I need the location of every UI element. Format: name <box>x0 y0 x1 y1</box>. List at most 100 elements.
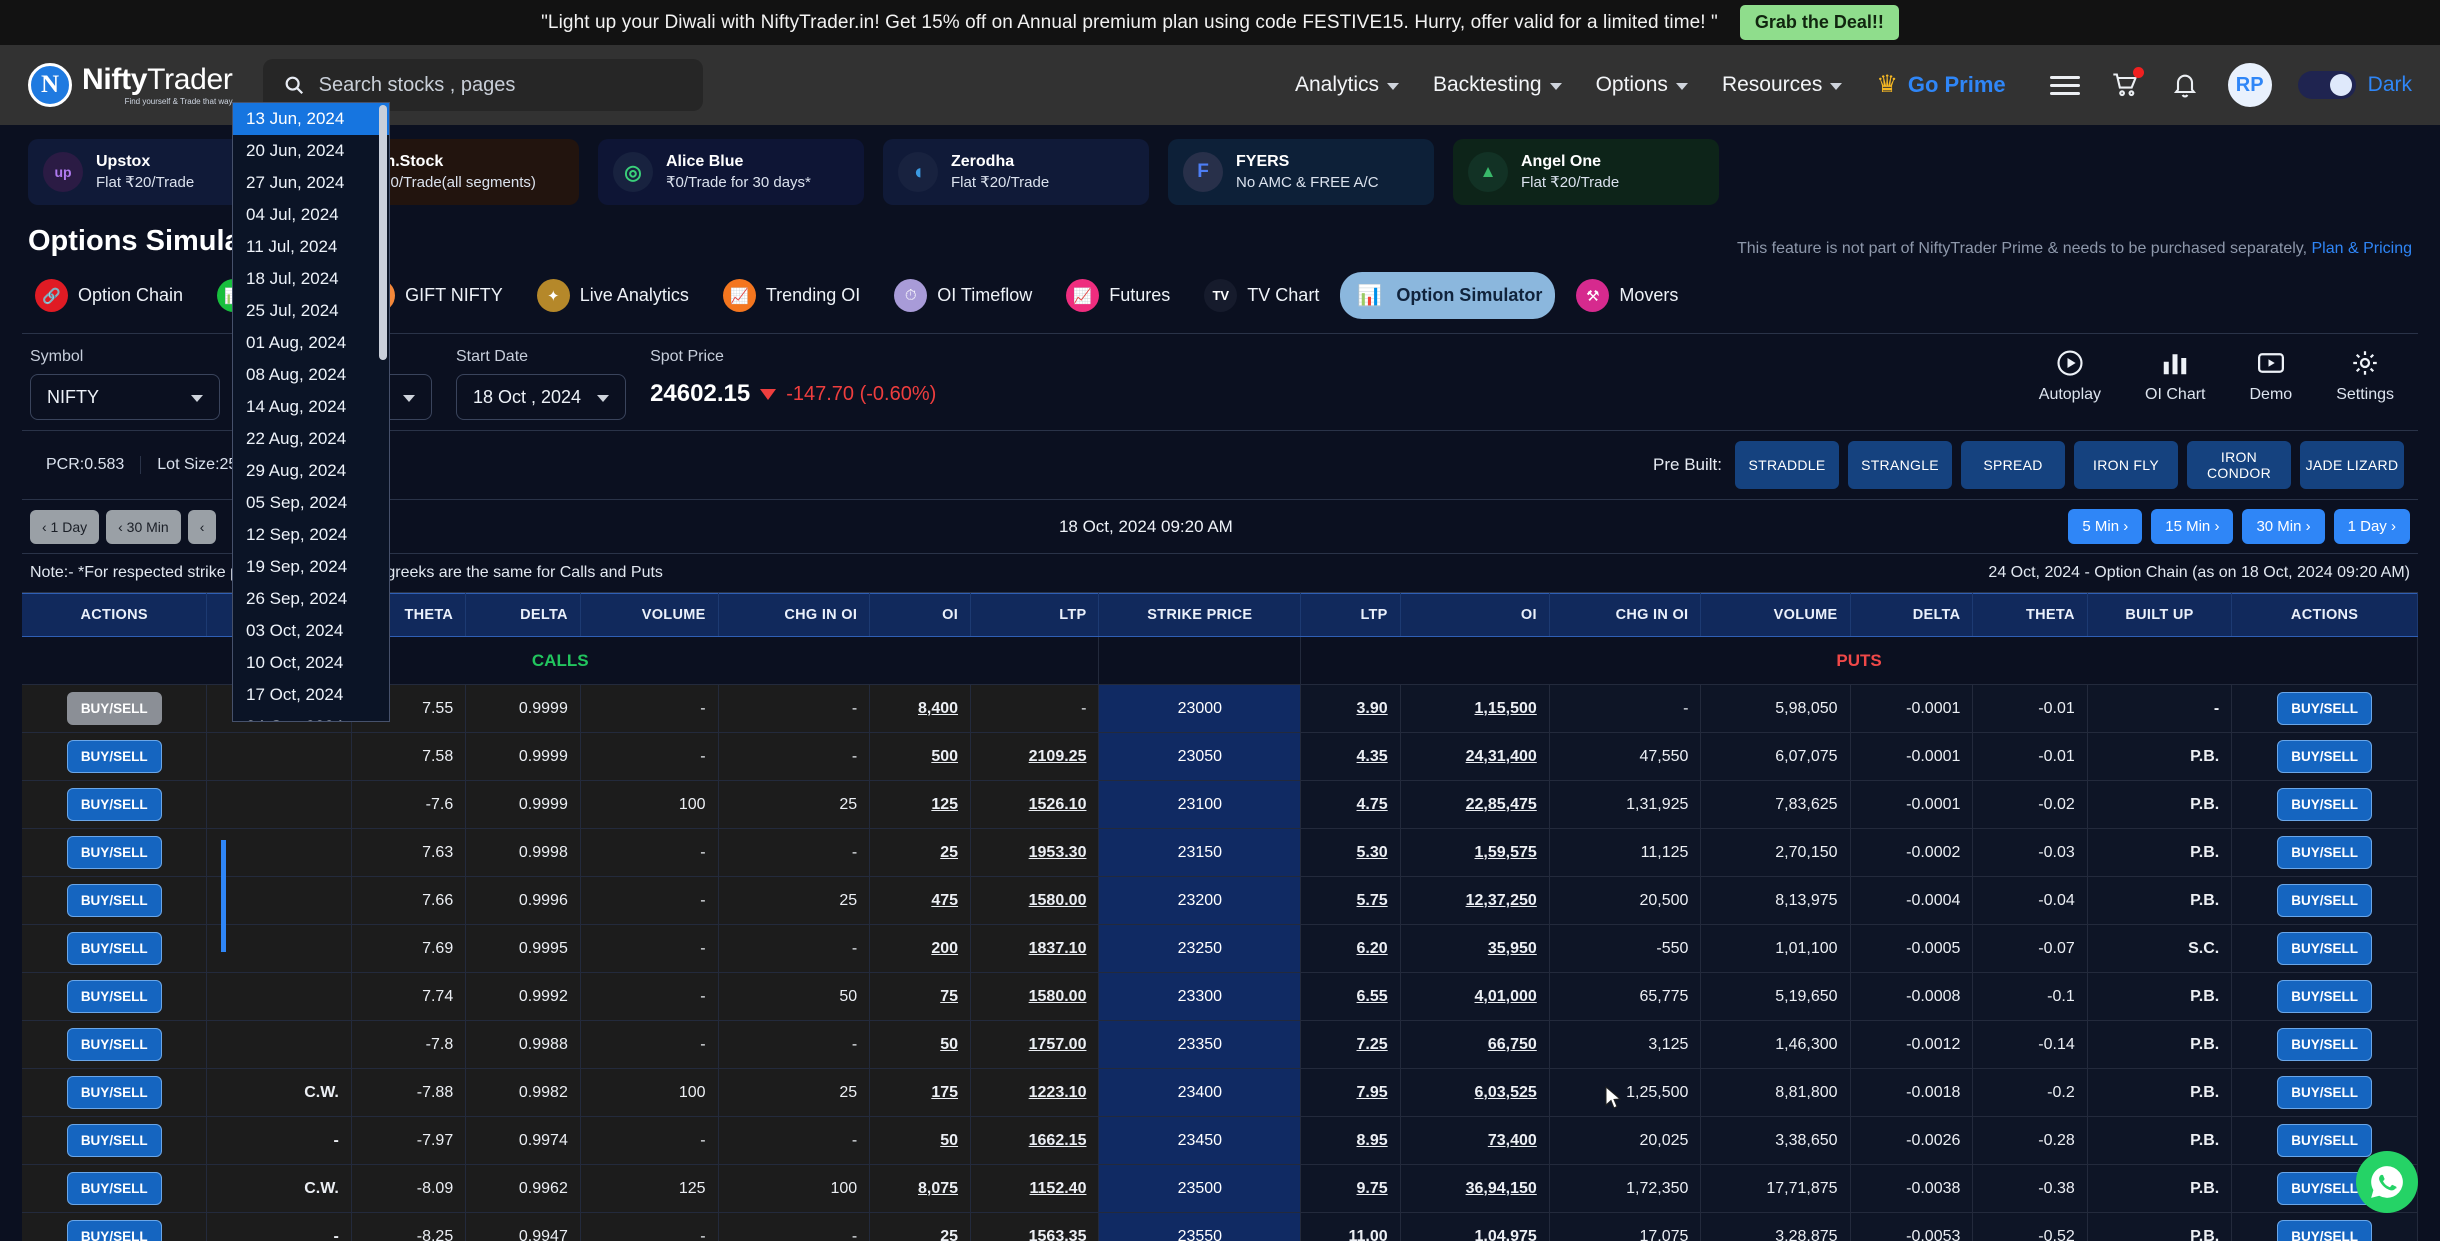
buy-sell-button[interactable]: BUY/SELL <box>2277 836 2372 869</box>
start-date-select[interactable]: 18 Oct , 2024 <box>456 374 627 420</box>
buy-sell-button[interactable]: BUY/SELL <box>66 836 162 869</box>
call-ltp-cell[interactable]: 1223.10 <box>970 1068 1100 1117</box>
buy-sell-button[interactable]: BUY/SELL <box>2277 1076 2372 1109</box>
buy-sell-button[interactable]: BUY/SELL <box>2277 1124 2372 1157</box>
put-ltp-cell[interactable]: 9.75 <box>1300 1164 1401 1213</box>
put-oi-cell[interactable]: 66,750 <box>1400 1020 1550 1069</box>
buy-sell-button[interactable]: BUY/SELL <box>2277 1220 2372 1241</box>
buy-sell-button[interactable]: BUY/SELL <box>66 1028 162 1061</box>
theme-toggle-switch[interactable] <box>2297 71 2356 99</box>
buy-sell-button[interactable]: BUY/SELL <box>2277 692 2372 725</box>
put-ltp-cell[interactable]: 11.00 <box>1300 1212 1401 1241</box>
avatar[interactable]: RP <box>2227 63 2272 107</box>
put-oi-cell[interactable]: 1,04,975 <box>1400 1212 1550 1241</box>
call-oi-cell[interactable]: 50 <box>869 1116 972 1165</box>
put-ltp-cell[interactable]: 7.25 <box>1300 1020 1401 1069</box>
buy-sell-button[interactable]: BUY/SELL <box>66 1124 162 1157</box>
put-ltp-cell[interactable]: 4.35 <box>1300 732 1401 781</box>
expiry-option[interactable]: 13 Jun, 2024 <box>233 103 389 135</box>
buy-sell-button[interactable]: BUY/SELL <box>66 980 162 1013</box>
step-fwd-1day-button[interactable]: 1 Day › <box>2333 509 2410 544</box>
put-oi-cell[interactable]: 12,37,250 <box>1400 876 1550 925</box>
autoplay-button[interactable]: Autoplay <box>2039 348 2101 404</box>
put-oi-cell[interactable]: 4,01,000 <box>1400 972 1550 1021</box>
nav-options[interactable]: Options <box>1596 73 1688 97</box>
expiry-option[interactable]: 18 Jul, 2024 <box>233 263 389 295</box>
tab-option-chain[interactable]: 🔗 Option Chain <box>22 272 196 319</box>
expiry-option[interactable]: 04 Jul, 2024 <box>233 199 389 231</box>
expiry-option[interactable]: 22 Aug, 2024 <box>233 423 389 455</box>
expiry-option[interactable]: 27 Jun, 2024 <box>233 167 389 199</box>
call-oi-cell[interactable]: 200 <box>869 924 972 973</box>
buy-sell-button[interactable]: BUY/SELL <box>66 1220 162 1241</box>
nav-analytics[interactable]: Analytics <box>1295 73 1399 97</box>
expiry-option[interactable]: 24 Oct, 2024 <box>233 711 389 721</box>
buy-sell-button[interactable]: BUY/SELL <box>66 932 162 965</box>
call-ltp-cell[interactable]: 1580.00 <box>970 876 1100 925</box>
tab-futures[interactable]: 📈 Futures <box>1053 272 1183 319</box>
tab-movers[interactable]: ⚒ Movers <box>1563 272 1691 319</box>
buy-sell-button[interactable]: BUY/SELL <box>2277 884 2372 917</box>
call-oi-cell[interactable]: 125 <box>869 780 972 829</box>
grab-deal-button[interactable]: Grab the Deal!! <box>1739 5 1899 40</box>
prebuilt-straddle-button[interactable]: STRADDLE <box>1735 441 1839 489</box>
buy-sell-button[interactable]: BUY/SELL <box>66 1076 162 1109</box>
call-oi-cell[interactable]: 500 <box>869 732 972 781</box>
buy-sell-button[interactable]: BUY/SELL <box>2277 980 2372 1013</box>
expiry-option[interactable]: 05 Sep, 2024 <box>233 487 389 519</box>
call-oi-cell[interactable]: 25 <box>869 1212 972 1241</box>
call-oi-cell[interactable]: 475 <box>869 876 972 925</box>
call-ltp-cell[interactable]: 1580.00 <box>970 972 1100 1021</box>
buy-sell-button[interactable]: BUY/SELL <box>66 788 162 821</box>
call-ltp-cell[interactable]: 1953.30 <box>970 828 1100 877</box>
broker-card-aliceblue[interactable]: ◎ Alice Blue ₹0/Trade for 30 days* <box>598 139 864 205</box>
buy-sell-button[interactable]: BUY/SELL <box>2277 1028 2372 1061</box>
put-ltp-cell[interactable]: 3.90 <box>1300 684 1401 733</box>
put-ltp-cell[interactable]: 4.75 <box>1300 780 1401 829</box>
dropdown-scrollbar[interactable] <box>379 105 387 360</box>
broker-card-zerodha[interactable]: ◖ Zerodha Flat ₹20/Trade <box>883 139 1149 205</box>
call-ltp-cell[interactable]: 2109.25 <box>970 732 1100 781</box>
expiry-option[interactable]: 29 Aug, 2024 <box>233 455 389 487</box>
call-ltp-cell[interactable]: 1662.15 <box>970 1116 1100 1165</box>
prebuilt-jade-lizard-button[interactable]: JADE LIZARD <box>2300 441 2404 489</box>
call-oi-cell[interactable]: 75 <box>869 972 972 1021</box>
put-oi-cell[interactable]: 36,94,150 <box>1400 1164 1550 1213</box>
tab-option-simulator[interactable]: 📊 Option Simulator <box>1340 272 1556 319</box>
put-oi-cell[interactable]: 22,85,475 <box>1400 780 1550 829</box>
expiry-dropdown[interactable]: 13 Jun, 2024 20 Jun, 2024 27 Jun, 2024 04 J… <box>232 102 390 722</box>
whatsapp-chat-button[interactable] <box>2356 1151 2418 1213</box>
call-oi-cell[interactable]: 8,400 <box>869 684 972 733</box>
tab-live-analytics[interactable]: ✦ Live Analytics <box>524 272 702 319</box>
expiry-option[interactable]: 25 Jul, 2024 <box>233 295 389 327</box>
put-ltp-cell[interactable]: 8.95 <box>1300 1116 1401 1165</box>
buy-sell-button[interactable]: BUY/SELL <box>2277 932 2372 965</box>
put-ltp-cell[interactable]: 6.55 <box>1300 972 1401 1021</box>
expiry-option[interactable]: 14 Aug, 2024 <box>233 391 389 423</box>
tab-tv-chart[interactable]: TV TV Chart <box>1191 272 1332 319</box>
tab-oi-timeflow[interactable]: ⏱ OI Timeflow <box>881 272 1045 319</box>
theme-toggle[interactable]: Dark <box>2297 71 2412 99</box>
buy-sell-button[interactable]: BUY/SELL <box>2277 788 2372 821</box>
oi-chart-button[interactable]: OI Chart <box>2145 348 2206 404</box>
buy-sell-button[interactable]: BUY/SELL <box>66 884 162 917</box>
prebuilt-iron-fly-button[interactable]: IRON FLY <box>2074 441 2178 489</box>
put-ltp-cell[interactable]: 5.75 <box>1300 876 1401 925</box>
expiry-option[interactable]: 03 Oct, 2024 <box>233 615 389 647</box>
expiry-option[interactable]: 17 Oct, 2024 <box>233 679 389 711</box>
settings-button[interactable]: Settings <box>2336 348 2394 404</box>
menu-icon[interactable] <box>2048 68 2082 102</box>
notification-bell-icon[interactable] <box>2168 68 2202 102</box>
call-oi-cell[interactable]: 8,075 <box>869 1164 972 1213</box>
put-oi-cell[interactable]: 35,950 <box>1400 924 1550 973</box>
put-oi-cell[interactable]: 1,15,500 <box>1400 684 1550 733</box>
nav-backtesting[interactable]: Backtesting <box>1433 73 1562 97</box>
nav-resources[interactable]: Resources <box>1722 73 1843 97</box>
step-back-1day-button[interactable]: ‹ 1 Day <box>30 509 100 544</box>
buy-sell-button[interactable]: BUY/SELL <box>66 740 162 773</box>
step-fwd-5min-button[interactable]: 5 Min › <box>2068 509 2143 544</box>
go-prime-button[interactable]: ♛ Go Prime <box>1876 72 2005 98</box>
put-oi-cell[interactable]: 24,31,400 <box>1400 732 1550 781</box>
step-fwd-15min-button[interactable]: 15 Min › <box>2151 509 2234 544</box>
buy-sell-button[interactable]: BUY/SELL <box>66 692 162 725</box>
